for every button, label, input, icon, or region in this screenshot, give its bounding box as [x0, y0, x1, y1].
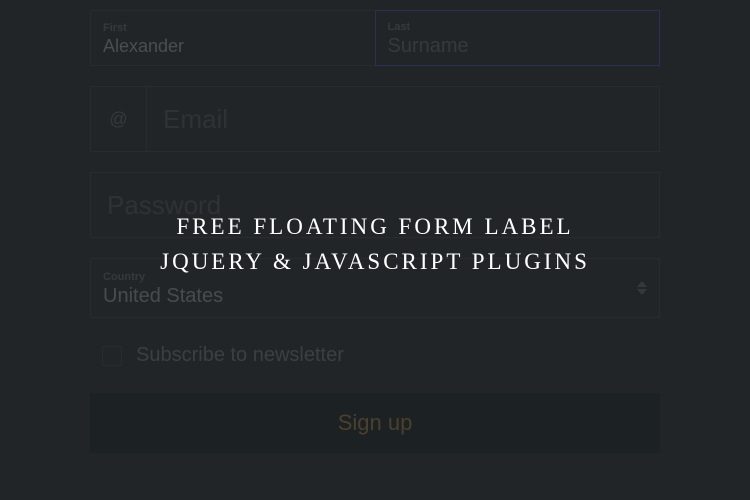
- subscribe-row: Subscribe to newsletter: [90, 344, 660, 367]
- first-name-label: First: [103, 22, 363, 34]
- first-name-value: Alexander: [103, 36, 363, 57]
- title-overlay: FREE FLOATING FORM LABEL JQUERY & JAVASC…: [160, 210, 590, 279]
- chevron-updown-icon: [637, 281, 647, 295]
- title-line-1: FREE FLOATING FORM LABEL: [160, 210, 590, 245]
- signup-button[interactable]: Sign up: [90, 393, 660, 453]
- last-name-field[interactable]: Last Surname: [375, 10, 661, 66]
- at-icon: @: [90, 86, 146, 152]
- name-row: First Alexander Last Surname: [90, 10, 660, 66]
- first-name-field[interactable]: First Alexander: [90, 10, 375, 66]
- email-row: @ Email: [90, 86, 660, 152]
- email-placeholder: Email: [163, 104, 228, 135]
- last-name-placeholder: Surname: [388, 35, 648, 58]
- subscribe-label: Subscribe to newsletter: [136, 344, 344, 367]
- last-name-label: Last: [388, 21, 648, 33]
- country-value: United States: [103, 285, 647, 308]
- title-line-2: JQUERY & JAVASCRIPT PLUGINS: [160, 244, 590, 278]
- subscribe-checkbox[interactable]: [102, 346, 122, 366]
- email-field[interactable]: Email: [146, 86, 660, 152]
